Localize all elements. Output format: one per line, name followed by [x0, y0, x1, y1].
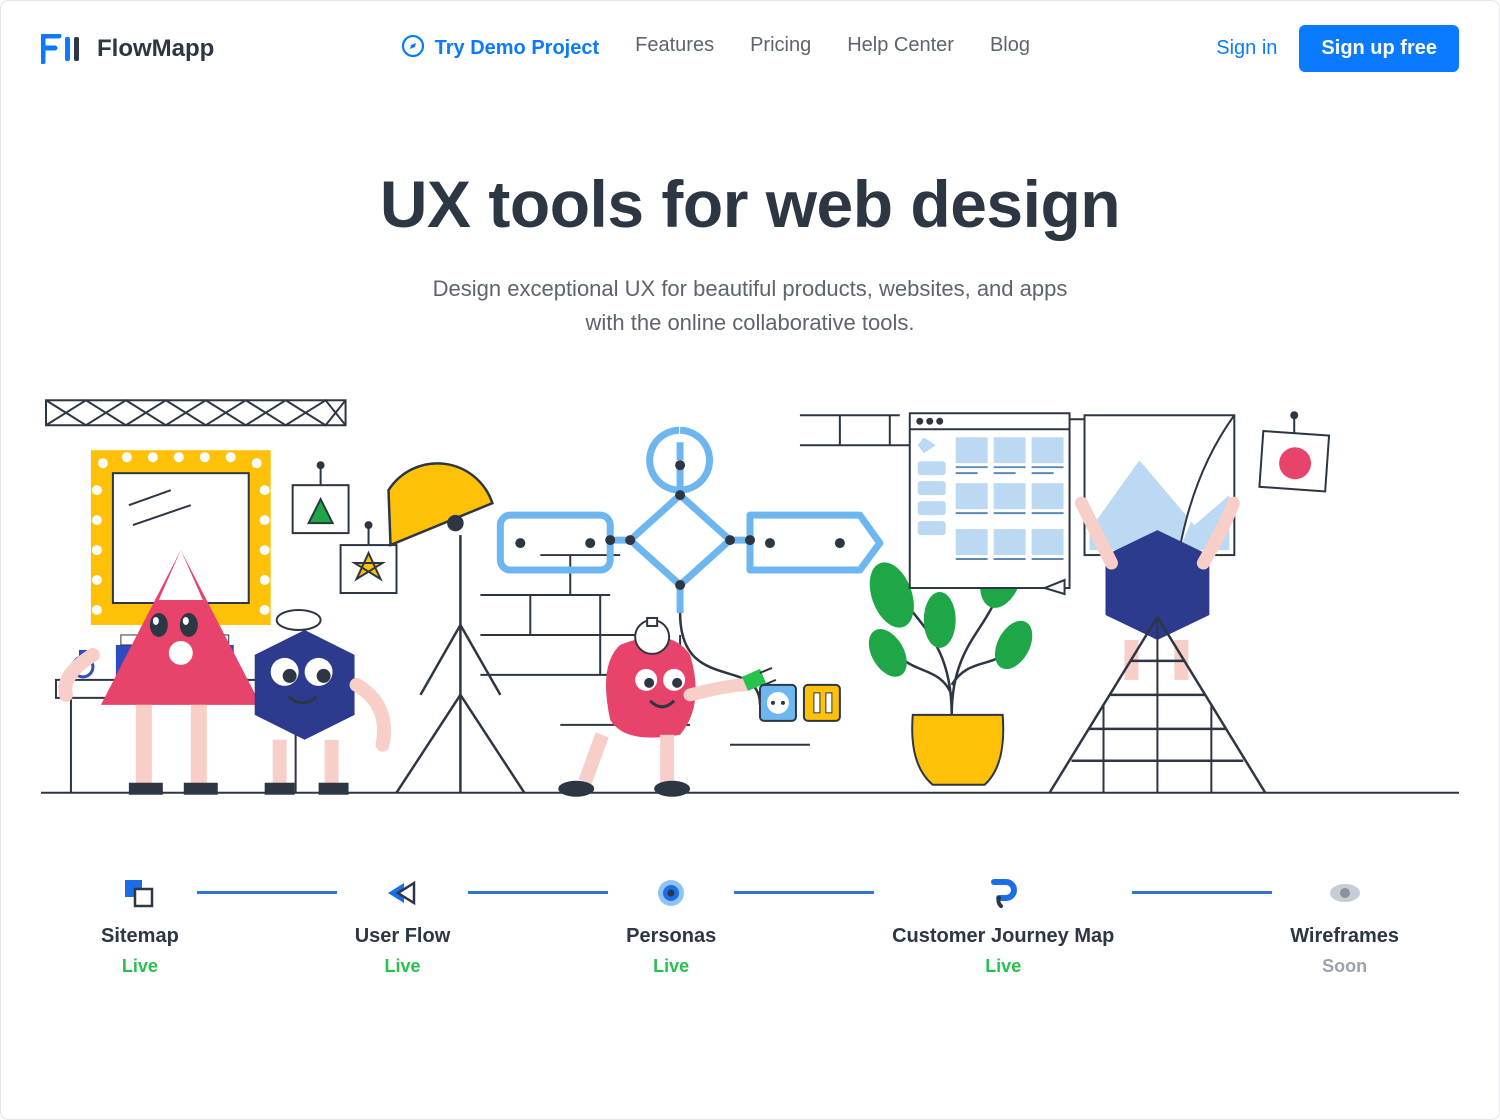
feature-title: Personas: [626, 925, 716, 948]
feature-connector: [734, 891, 874, 894]
signin-link[interactable]: Sign in: [1216, 37, 1277, 60]
wireframes-icon: [1290, 875, 1399, 911]
logo-text: FlowMapp: [97, 35, 214, 63]
feature-title: Sitemap: [101, 925, 179, 948]
feature-connector: [197, 891, 337, 894]
nav-blog[interactable]: Blog: [990, 34, 1030, 64]
feature-status: Live: [355, 956, 451, 977]
feature-row: Sitemap Live User Flow Live Personas Liv…: [41, 875, 1459, 977]
hero-illustration: [41, 395, 1459, 805]
compass-icon: [401, 34, 425, 64]
feature-wireframes[interactable]: Wireframes Soon: [1290, 875, 1399, 977]
feature-title: Customer Journey Map: [892, 925, 1114, 948]
feature-personas[interactable]: Personas Live: [626, 875, 716, 977]
logo[interactable]: FlowMapp: [41, 34, 214, 64]
feature-sitemap[interactable]: Sitemap Live: [101, 875, 179, 977]
nav-help[interactable]: Help Center: [847, 34, 954, 64]
hero-title: UX tools for web design: [41, 166, 1459, 242]
feature-title: Wireframes: [1290, 925, 1399, 948]
personas-icon: [626, 875, 716, 911]
sitemap-icon: [101, 875, 179, 911]
feature-status: Soon: [1290, 956, 1399, 977]
hero: UX tools for web design Design exception…: [41, 96, 1459, 340]
feature-connector: [1132, 891, 1272, 894]
nav-pricing[interactable]: Pricing: [750, 34, 811, 64]
header: FlowMapp Try Demo Project Features Prici…: [41, 1, 1459, 96]
nav-demo[interactable]: Try Demo Project: [401, 34, 600, 64]
main-nav: Try Demo Project Features Pricing Help C…: [214, 34, 1216, 64]
journeymap-icon: [892, 875, 1114, 911]
feature-title: User Flow: [355, 925, 451, 948]
hero-subtitle: Design exceptional UX for beautiful prod…: [41, 272, 1459, 340]
feature-status: Live: [101, 956, 179, 977]
nav-demo-label: Try Demo Project: [435, 37, 600, 60]
auth-actions: Sign in Sign up free: [1216, 25, 1459, 72]
nav-features[interactable]: Features: [635, 34, 714, 64]
signup-button[interactable]: Sign up free: [1299, 25, 1459, 72]
logo-icon: [41, 34, 87, 64]
feature-userflow[interactable]: User Flow Live: [355, 875, 451, 977]
feature-status: Live: [626, 956, 716, 977]
feature-status: Live: [892, 956, 1114, 977]
feature-cjm[interactable]: Customer Journey Map Live: [892, 875, 1114, 977]
userflow-icon: [355, 875, 451, 911]
feature-connector: [468, 891, 608, 894]
